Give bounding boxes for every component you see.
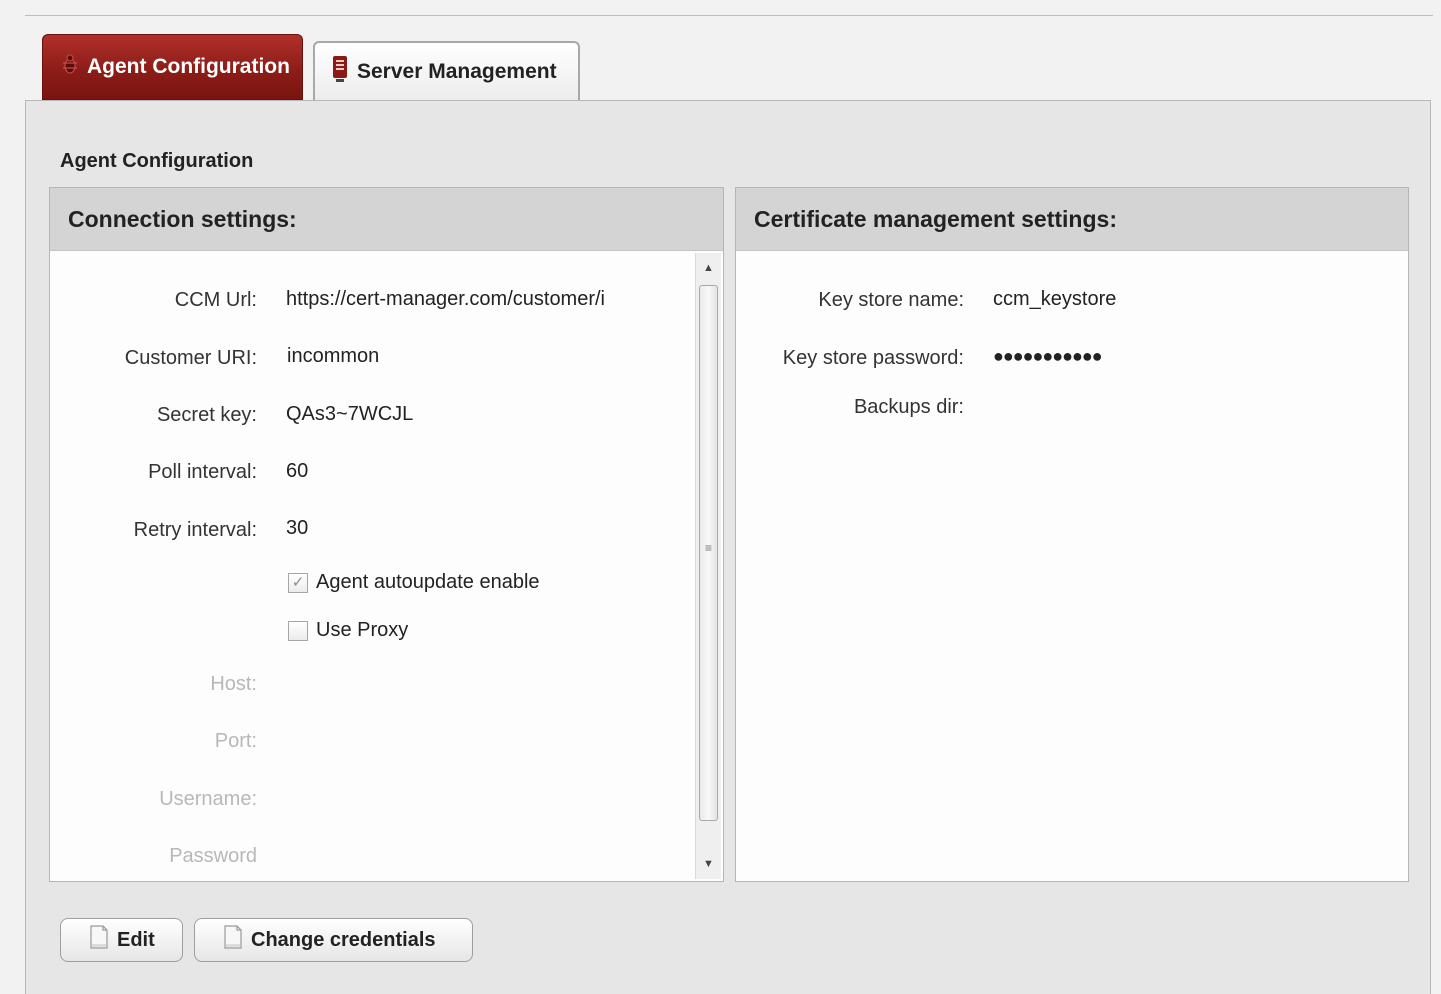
top-divider: [25, 15, 1433, 16]
customer-uri-value[interactable]: incommon: [287, 345, 687, 368]
document-icon: [223, 924, 243, 956]
backups-dir-label: Backups dir:: [853, 396, 964, 418]
tab-label: Server Management: [357, 60, 557, 83]
poll-interval-value[interactable]: 60: [286, 460, 686, 483]
use-proxy-label: Use Proxy: [316, 619, 409, 641]
document-icon: [89, 924, 109, 956]
password-label: Password: [169, 845, 257, 867]
port-label: Port:: [214, 730, 257, 752]
retry-interval-value[interactable]: 30: [286, 517, 686, 540]
retry-interval-label: Retry interval:: [133, 519, 257, 541]
page-title: Agent Configuration: [60, 150, 254, 172]
use-proxy-checkbox[interactable]: [288, 621, 308, 641]
change-credentials-button[interactable]: Change credentials: [194, 918, 473, 962]
key-store-password-value[interactable]: ●●●●●●●●●●●: [993, 346, 1373, 367]
key-store-password-label: Key store password:: [782, 347, 964, 369]
scroll-down-icon[interactable]: ▼: [696, 851, 721, 877]
bug-icon: [61, 53, 79, 81]
secret-key-label: Secret key:: [156, 404, 257, 426]
edit-button[interactable]: Edit: [60, 918, 183, 962]
tab-label: Agent Configuration: [87, 55, 290, 78]
change-credentials-button-label: Change credentials: [251, 928, 436, 951]
tab-server-management[interactable]: Server Management: [313, 41, 580, 101]
certificate-settings-header: Certificate management settings:: [736, 188, 1408, 251]
customer-uri-label: Customer URI:: [124, 347, 257, 369]
tab-agent-configuration[interactable]: Agent Configuration: [42, 34, 303, 100]
autoupdate-checkbox[interactable]: ✓: [288, 573, 308, 593]
connection-scrollbar[interactable]: ▲ ≡ ▼: [695, 253, 721, 879]
grip-icon: ≡: [705, 541, 713, 555]
connection-settings-header: Connection settings:: [50, 188, 723, 251]
scroll-up-icon[interactable]: ▲: [696, 255, 721, 281]
poll-interval-label: Poll interval:: [148, 461, 257, 483]
host-label: Host:: [210, 673, 257, 695]
username-label: Username:: [159, 788, 257, 810]
scroll-thumb[interactable]: ≡: [699, 285, 718, 821]
secret-key-value[interactable]: QAs3~7WCJL: [286, 403, 686, 426]
autoupdate-label: Agent autoupdate enable: [316, 571, 540, 593]
ccm-url-value[interactable]: https://cert-manager.com/customer/i: [286, 288, 686, 311]
key-store-name-value[interactable]: ccm_keystore: [993, 288, 1373, 311]
edit-button-label: Edit: [117, 928, 155, 951]
key-store-name-label: Key store name:: [818, 289, 964, 311]
ccm-url-label: CCM Url:: [174, 289, 257, 311]
server-icon: [331, 55, 349, 89]
